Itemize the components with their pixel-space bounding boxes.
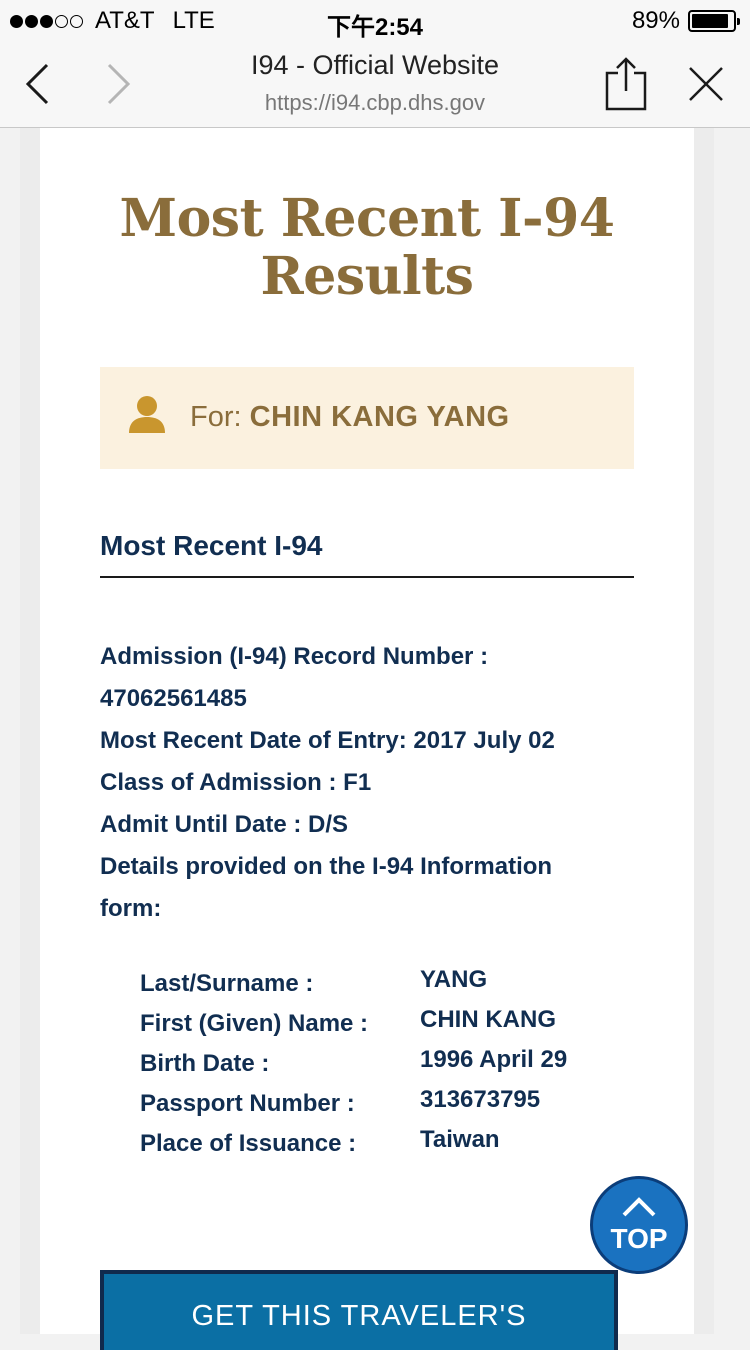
- traveler-info-table: Last/Surname : YANG First (Given) Name :…: [140, 964, 620, 1164]
- chevron-up-icon: [622, 1197, 656, 1217]
- results-card: Most Recent I-94 Results For: CHIN KANG …: [40, 128, 694, 1350]
- info-value: CHIN KANG: [420, 1006, 556, 1033]
- info-row-passport: Passport Number : 313673795: [140, 1084, 620, 1124]
- info-label: Place of Issuance :: [140, 1130, 357, 1157]
- details-intro-1: Details provided on the I-94 Information: [100, 853, 553, 880]
- info-value: YANG: [420, 966, 488, 993]
- web-page: Most Recent I-94 Results For: CHIN KANG …: [20, 128, 714, 1350]
- info-label: Last/Surname :: [140, 970, 314, 997]
- details-intro-2: form:: [100, 895, 162, 922]
- status-right: 89%: [631, 7, 740, 35]
- headline-line-1: Most Recent I-94: [119, 188, 615, 249]
- share-icon: [605, 57, 647, 111]
- record-number-label: Admission (I-94) Record Number :: [100, 643, 489, 670]
- info-label: Birth Date :: [140, 1050, 270, 1077]
- scroll-to-top-button[interactable]: TOP: [590, 1176, 688, 1274]
- battery-fill: [692, 14, 728, 28]
- for-label: For:: [190, 401, 250, 433]
- info-value: 1996 April 29: [420, 1046, 568, 1073]
- browser-nav-bar: I94 - Official Website https://i94.cbp.d…: [0, 40, 750, 128]
- results-headline: Most Recent I-94 Results: [40, 190, 694, 306]
- info-row-birth-date: Birth Date : 1996 April 29: [140, 1044, 620, 1084]
- person-icon: [129, 396, 165, 433]
- info-label: First (Given) Name :: [140, 1010, 369, 1037]
- top-label: TOP: [610, 1223, 668, 1254]
- record-number-value: 47062561485: [100, 685, 247, 712]
- info-value: Taiwan: [420, 1126, 500, 1153]
- info-row-issuance: Place of Issuance : Taiwan: [140, 1124, 620, 1164]
- admission-details: Admission (I-94) Record Number : 4706256…: [100, 636, 634, 930]
- section-title: Most Recent I-94: [100, 530, 634, 578]
- battery-icon: [688, 10, 740, 32]
- get-traveler-history-button[interactable]: GET THIS TRAVELER'S: [100, 1270, 618, 1350]
- traveler-banner: For: CHIN KANG YANG: [100, 367, 634, 469]
- close-button[interactable]: [678, 56, 734, 112]
- info-row-surname: Last/Surname : YANG: [140, 964, 620, 1004]
- traveler-name: CHIN KANG YANG: [249, 401, 510, 433]
- battery-percent: 89%: [631, 7, 680, 34]
- traveler-for: For: CHIN KANG YANG: [190, 401, 510, 434]
- status-bar: AT&T LTE 下午2:54 89%: [0, 0, 750, 41]
- headline-line-2: Results: [260, 246, 474, 307]
- class-of-admission: Class of Admission : F1: [100, 769, 372, 796]
- share-button[interactable]: [598, 56, 654, 112]
- admit-until-date: Admit Until Date : D/S: [100, 811, 349, 838]
- info-value: 313673795: [420, 1086, 541, 1113]
- entry-date: Most Recent Date of Entry: 2017 July 02: [100, 727, 555, 754]
- info-label: Passport Number :: [140, 1090, 355, 1117]
- close-icon: [689, 67, 723, 101]
- info-row-given-name: First (Given) Name : CHIN KANG: [140, 1004, 620, 1044]
